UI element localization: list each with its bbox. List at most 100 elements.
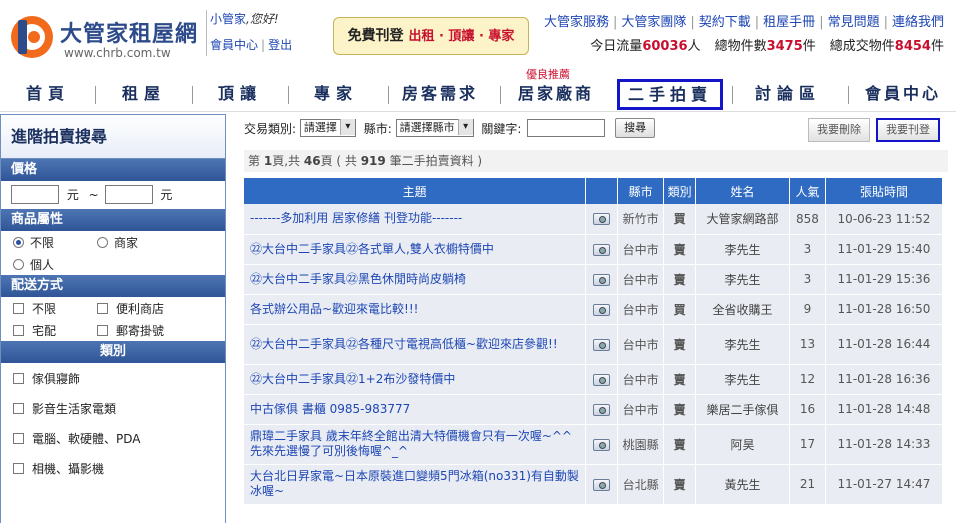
col-city[interactable]: 縣市 bbox=[617, 178, 665, 204]
table-row[interactable]: 各式辦公用品~歡迎來電比較!!! 台中市買全省收購王 9 11-01-28 16:50 bbox=[244, 294, 944, 325]
listing-subject-link[interactable]: 鼎瑋二手家具 歲末年終全館出清大特價機會只有一次喔~^^先來先選慢了可別後悔喔^… bbox=[244, 424, 587, 465]
listing-poster: 樂居二手傢俱 bbox=[695, 394, 790, 425]
pagination-info: 第 1頁,共 46頁 ( 共 919 筆二手拍賣資料 ) bbox=[244, 150, 948, 172]
stat-deals-unit: 件 bbox=[930, 39, 944, 54]
nav-home-vendors[interactable]: 居家廠商 bbox=[506, 78, 606, 110]
camera-icon[interactable] bbox=[593, 303, 611, 316]
top-link-team[interactable]: 大管家團隊 bbox=[621, 15, 686, 30]
user-box: 小管家,您好! 會員中心 | 登出 bbox=[206, 10, 314, 56]
delivery-option-home[interactable]: 宅配 bbox=[13, 322, 56, 339]
table-row[interactable]: 大台北日昇家電~日本原裝進口變頻5門冰箱(no331)有自動製冰喔~ 台北縣賣黃先… bbox=[244, 464, 944, 505]
listing-kind: 賣 bbox=[663, 324, 697, 365]
nav-second-hand[interactable]: 二手拍賣 bbox=[617, 79, 723, 110]
delivery-option-registered-mail[interactable]: 郵寄掛號 bbox=[97, 322, 164, 339]
listing-subject-link[interactable]: ㉒大台中二手家具㉒1+2布沙發特價中 bbox=[244, 364, 587, 395]
table-row[interactable]: ㉒大台中二手家具㉒黑色休閒時尚皮躺椅 台中市賣李先生 3 11-01-29 15:36 bbox=[244, 264, 944, 295]
category-furniture[interactable]: 傢俱寢飾 bbox=[1, 363, 225, 393]
listing-subject-link[interactable]: 各式辦公用品~歡迎來電比較!!! bbox=[244, 294, 587, 325]
nav-member-center[interactable]: 會員中心 bbox=[856, 78, 950, 110]
price-max-input[interactable] bbox=[104, 185, 153, 204]
attr-option-any[interactable]: 不限 bbox=[13, 234, 54, 251]
radio-icon bbox=[13, 237, 24, 248]
listing-poster: 李先生 bbox=[695, 364, 790, 395]
top-link-contact[interactable]: 連絡我們 bbox=[892, 15, 944, 30]
keyword-label: 關鍵字: bbox=[481, 121, 522, 136]
nav-rent[interactable]: 租屋 bbox=[104, 78, 184, 110]
attr-option-merchant[interactable]: 商家 bbox=[97, 234, 138, 251]
user-name: 小管家 bbox=[210, 12, 247, 26]
post-listing-button[interactable]: 我要刊登 bbox=[876, 118, 940, 142]
camera-icon[interactable] bbox=[593, 213, 611, 226]
house-logo-icon bbox=[11, 16, 53, 58]
price-unit-min: 元 bbox=[66, 188, 79, 202]
delivery-option-any[interactable]: 不限 bbox=[13, 300, 56, 317]
site-logo[interactable]: 大管家租屋網 www.chrb.com.tw bbox=[8, 10, 208, 60]
listing-poster: 李先生 bbox=[695, 324, 790, 365]
stat-total-value: 3475 bbox=[766, 39, 803, 54]
table-row[interactable]: -------多加利用 居家修繕 刊登功能------- 新竹市買大管家網路部 85… bbox=[244, 204, 944, 235]
free-post-banner[interactable]: 免費刊登 出租 · 頂讓 · 專家 bbox=[333, 17, 529, 55]
top-link-handbook[interactable]: 租屋手冊 bbox=[763, 15, 815, 30]
listing-subject-link[interactable]: 中古傢俱 書櫃 0985-983777 bbox=[244, 394, 587, 425]
col-time[interactable]: 張貼時間 bbox=[825, 178, 944, 204]
listing-poster: 大管家網路部 bbox=[695, 204, 790, 235]
listing-subject-link[interactable]: -------多加利用 居家修繕 刊登功能------- bbox=[244, 204, 587, 235]
price-min-input[interactable] bbox=[11, 185, 59, 204]
table-row[interactable]: 鼎瑋二手家具 歲末年終全館出清大特價機會只有一次喔~^^先來先選慢了可別後悔喔^… bbox=[244, 424, 944, 465]
category-heading: 類別 bbox=[1, 341, 225, 363]
search-button[interactable]: 搜尋 bbox=[615, 118, 656, 138]
logout-link[interactable]: 登出 bbox=[268, 38, 292, 52]
listing-kind: 賣 bbox=[663, 424, 697, 465]
camera-icon[interactable] bbox=[593, 478, 611, 491]
type-select[interactable]: 請選擇 bbox=[299, 119, 356, 137]
link-separator: | bbox=[261, 38, 266, 52]
top-link-contract[interactable]: 契約下載 bbox=[699, 15, 751, 30]
member-center-link[interactable]: 會員中心 bbox=[210, 38, 258, 52]
nav-forum[interactable]: 討論區 bbox=[740, 78, 836, 110]
camera-icon[interactable] bbox=[593, 338, 611, 351]
listing-subject-link[interactable]: ㉒大台中二手家具㉒各式單人,雙人衣櫥特價中 bbox=[244, 234, 587, 265]
table-header-row: 主題 縣市 類別 姓名 人氣 張貼時間 bbox=[244, 178, 944, 204]
category-cameras[interactable]: 相機、攝影機 bbox=[1, 453, 225, 483]
attr-option-personal[interactable]: 個人 bbox=[13, 256, 54, 273]
category-computers[interactable]: 電腦、軟硬體、PDA bbox=[1, 423, 225, 453]
nav-home[interactable]: 首頁 bbox=[8, 78, 88, 110]
camera-icon[interactable] bbox=[593, 403, 611, 416]
listing-kind: 賣 bbox=[663, 364, 697, 395]
col-photo bbox=[585, 178, 619, 204]
table-row[interactable]: ㉒大台中二手家具㉒各種尺寸電視高低櫃~歡迎來店參觀!! 台中市賣李先生 13 11-0… bbox=[244, 324, 944, 365]
top-link-service[interactable]: 大管家服務 bbox=[544, 15, 609, 30]
delivery-option-convenience-store[interactable]: 便利商店 bbox=[97, 300, 164, 317]
col-kind[interactable]: 類別 bbox=[663, 178, 697, 204]
listing-views: 17 bbox=[789, 424, 826, 465]
site-stats: 今日流量60036人 總物件數3475件 總成交物件8454件 bbox=[590, 35, 944, 54]
city-label: 縣市: bbox=[363, 121, 392, 136]
keyword-input[interactable] bbox=[527, 119, 606, 137]
current-page: 1 bbox=[263, 154, 273, 168]
delete-listing-button[interactable]: 我要刪除 bbox=[808, 118, 870, 142]
category-appliances[interactable]: 影音生活家電類 bbox=[1, 393, 225, 423]
table-row[interactable]: ㉒大台中二手家具㉒1+2布沙發特價中 台中市賣李先生 12 11-01-28 16:3… bbox=[244, 364, 944, 395]
listing-kind: 買 bbox=[663, 294, 697, 325]
col-subject[interactable]: 主題 bbox=[244, 178, 587, 204]
main-nav: 首頁 租屋 頂讓 專家 房客需求 居家廠商 二手拍賣 討論區 會員中心 bbox=[0, 78, 956, 112]
city-select[interactable]: 請選擇縣市 bbox=[395, 119, 474, 137]
checkbox-icon bbox=[13, 433, 24, 444]
user-greeting: ,您好! bbox=[246, 12, 279, 26]
table-row[interactable]: 中古傢俱 書櫃 0985-983777 台中市賣樂居二手傢俱 16 11-01-28 … bbox=[244, 394, 944, 425]
col-name[interactable]: 姓名 bbox=[695, 178, 790, 204]
listing-subject-link[interactable]: ㉒大台中二手家具㉒黑色休閒時尚皮躺椅 bbox=[244, 264, 587, 295]
nav-tenant-needs[interactable]: 房客需求 bbox=[392, 78, 488, 110]
listing-subject-link[interactable]: ㉒大台中二手家具㉒各種尺寸電視高低櫃~歡迎來店參觀!! bbox=[244, 324, 587, 365]
nav-experts[interactable]: 專家 bbox=[296, 78, 376, 110]
listing-subject-link[interactable]: 大台北日昇家電~日本原裝進口變頻5門冰箱(no331)有自動製冰喔~ bbox=[244, 464, 587, 505]
col-views[interactable]: 人氣 bbox=[789, 178, 826, 204]
top-link-faq[interactable]: 常見問題 bbox=[828, 15, 880, 30]
camera-icon[interactable] bbox=[593, 273, 611, 286]
camera-icon[interactable] bbox=[593, 373, 611, 386]
price-unit-max: 元 bbox=[160, 188, 173, 202]
table-row[interactable]: ㉒大台中二手家具㉒各式單人,雙人衣櫥特價中 台中市賣李先生 3 11-01-29 15… bbox=[244, 234, 944, 265]
camera-icon[interactable] bbox=[593, 243, 611, 256]
camera-icon[interactable] bbox=[593, 438, 611, 451]
nav-transfer[interactable]: 頂讓 bbox=[200, 78, 280, 110]
